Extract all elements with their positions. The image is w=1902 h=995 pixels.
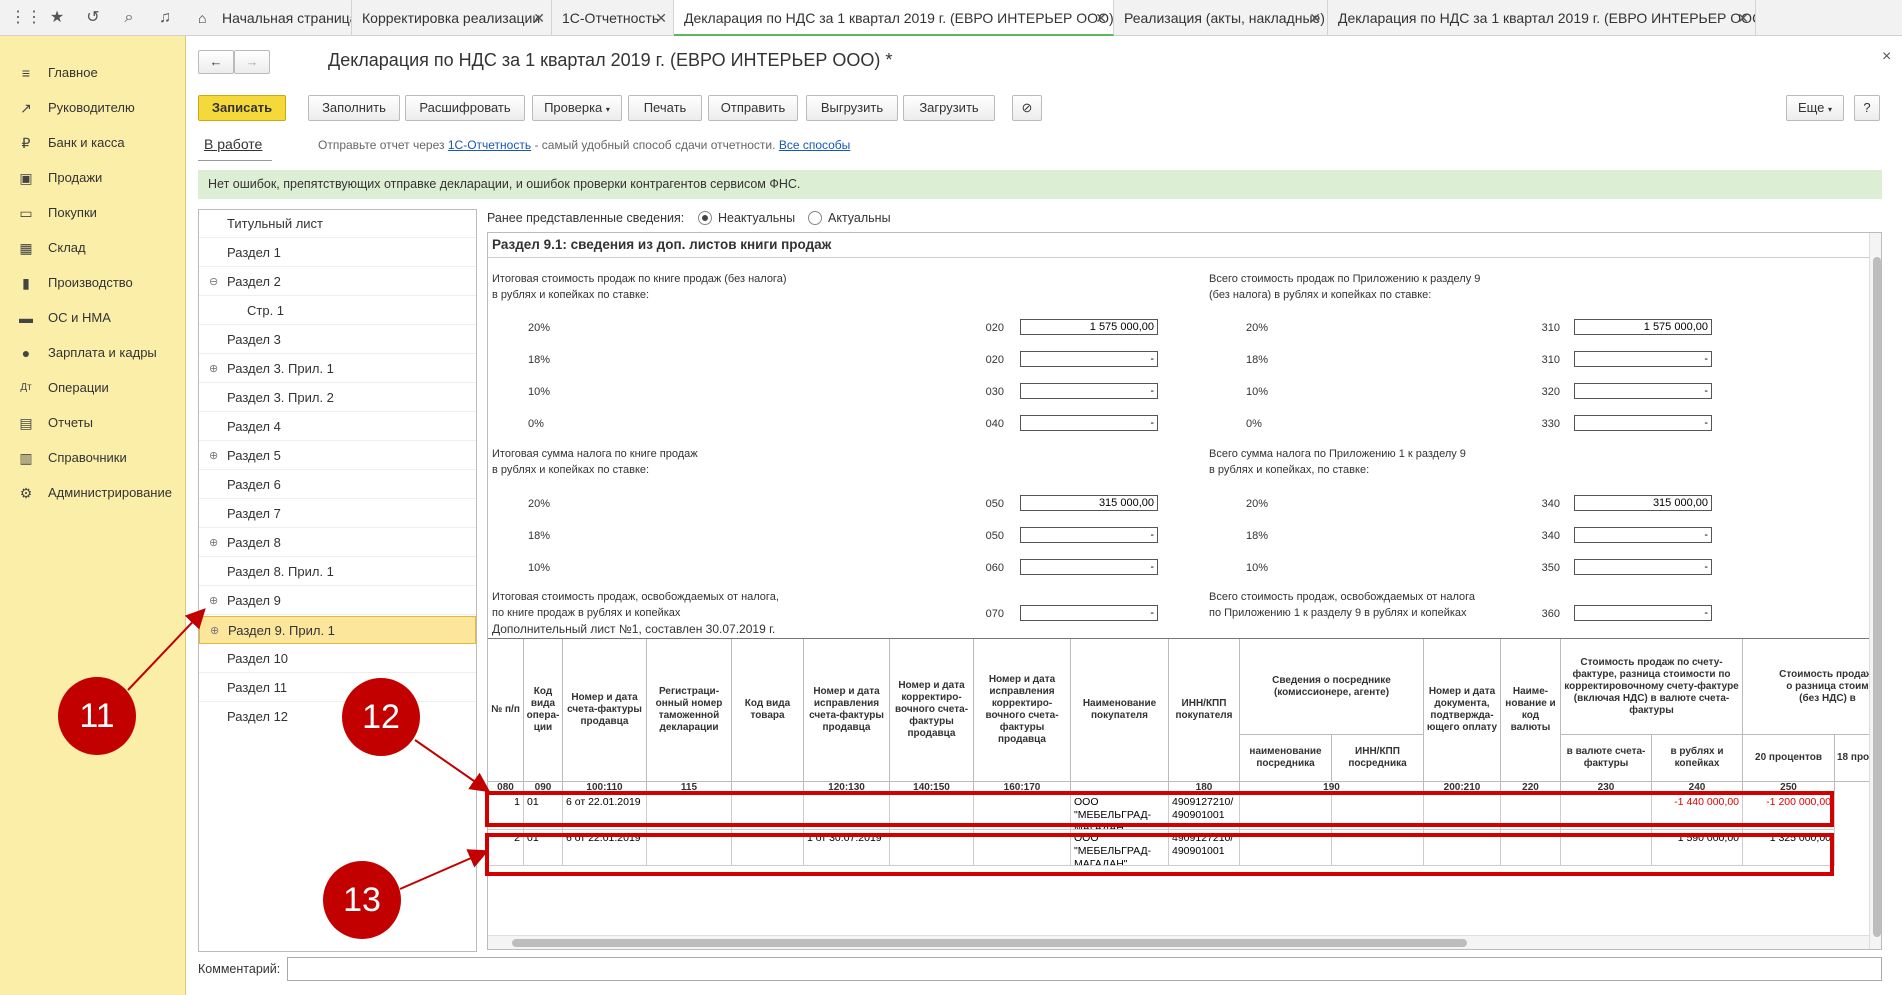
callout-13: 13 xyxy=(323,861,401,939)
comment-label: Комментарий: xyxy=(198,962,281,976)
callout-11: 11 xyxy=(58,677,136,755)
annotation-arrows xyxy=(127,608,491,890)
callout-12: 12 xyxy=(342,678,420,756)
comment-input[interactable] xyxy=(287,957,1882,981)
